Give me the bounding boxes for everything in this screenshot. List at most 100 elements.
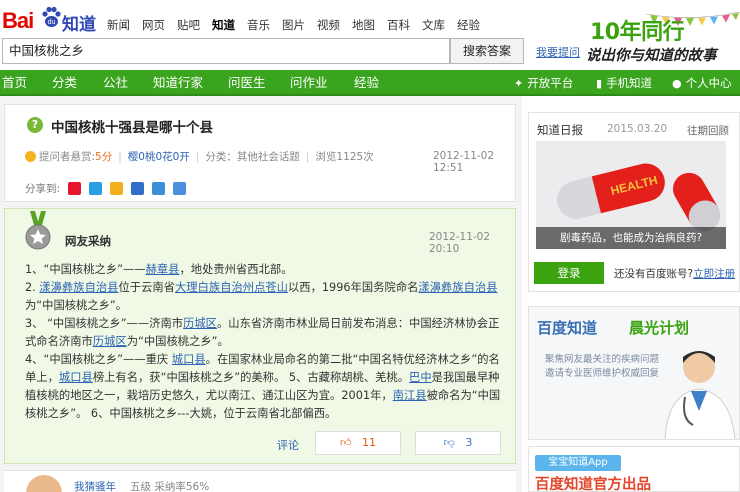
qq-share-icon[interactable] [110, 182, 124, 195]
logo-du-text: du [48, 19, 56, 26]
dislike-button[interactable]: 👎︎ 3 [415, 431, 501, 455]
share-nodes-icon: ✦ [514, 77, 524, 90]
question-card: ? 中国核桃十强县是哪十个县 提问者悬赏: 5分 | 樱0桃0花0开 | 分类：… [4, 104, 516, 202]
top-nav-item[interactable]: 网页 [142, 17, 165, 33]
header: Bai du 知道 新闻 网页 贴吧 知道 音乐 图片 视频 地图 百科 文库 经验 中国核桃之乡 … [0, 0, 740, 70]
thumbs-up-icon: 👍︎ [340, 436, 352, 449]
register-prompt: 还没有百度账号?立即注册 [614, 266, 735, 281]
top-nav-item[interactable]: 贴吧 [177, 17, 200, 33]
daily-title[interactable]: 知道日报 [537, 122, 583, 138]
reward-value: 5分 [95, 151, 113, 163]
reward-label: 提问者悬赏: [39, 151, 96, 163]
answerer-meta: 五级 采纳率56% [130, 481, 210, 492]
logo-bai-text: Bai [2, 8, 34, 33]
anniversary-banner[interactable]: 10年同行 说出你与知道的故事 [584, 14, 740, 66]
view-count: 浏览1125次 [315, 151, 374, 163]
renren-share-icon[interactable] [131, 182, 145, 195]
baike-link[interactable]: 赫章县 [146, 263, 180, 276]
nav-item-doctor[interactable]: 问医生 [228, 70, 266, 96]
morning-light-promo[interactable]: 百度知道 晨光计划 聚焦网友最关注的疾病问题 邀请专业医师维护权威回复 [528, 306, 740, 440]
nav-mobile[interactable]: ▮ 手机知道 [596, 70, 652, 96]
nav-item-category[interactable]: 分类 [52, 70, 77, 96]
baike-link[interactable]: 城口县 [59, 371, 93, 384]
answer-text: 4、“中国核桃之乡”——重庆 [25, 353, 172, 366]
banner-subtitle: 说出你与知道的故事 [586, 48, 717, 64]
question-mark-icon: ? [27, 117, 43, 133]
like-button[interactable]: 👍︎ 11 [315, 431, 401, 455]
share-label: 分享到: [25, 183, 61, 195]
answer-paragraph: 2. 漾濞彝族自治县位于云南省大理白族自治州点苍山以西，1996年国务院命名漾濞… [25, 279, 501, 315]
baidu-zhidao-logo[interactable]: Bai du 知道 [2, 4, 98, 36]
top-nav-item[interactable]: 视频 [317, 17, 340, 33]
top-nav: 新闻 网页 贴吧 知道 音乐 图片 视频 地图 百科 文库 经验 [107, 17, 492, 33]
qzone-share-icon[interactable] [89, 182, 103, 195]
nav-profile[interactable]: ● 个人中心 [672, 70, 732, 96]
nav-item-experts[interactable]: 知道行家 [153, 70, 203, 96]
medal-icon [25, 211, 51, 250]
answer-text: 榜上有名，获“中国核桃之乡”的美称。 5、古藏称胡桃、羌桃。 [92, 371, 410, 384]
tieba-share-icon[interactable] [152, 182, 166, 195]
daily-archive-link[interactable]: 往期回顾 [687, 123, 729, 138]
like-count: 11 [362, 436, 376, 449]
baike-link[interactable]: 城口县 [172, 353, 206, 366]
baike-link[interactable]: 大理白族自治州 [175, 281, 254, 294]
answer-date: 2012-11-02 20:10 [429, 231, 491, 255]
top-nav-item[interactable]: 百科 [387, 17, 410, 33]
phone-icon: ▮ [596, 77, 603, 90]
baike-link[interactable]: 历城区 [183, 317, 217, 330]
ask-question-link[interactable]: 我要提问 [536, 44, 580, 60]
answer-text: 为“中国核桃之乡”。 [25, 299, 128, 312]
thumbs-down-icon: 👎︎ [443, 436, 455, 449]
login-button[interactable]: 登录 [534, 262, 604, 284]
top-nav-item[interactable]: 新闻 [107, 17, 130, 33]
baike-link[interactable]: 点苍山 [254, 281, 288, 294]
weibo-share-icon[interactable] [68, 182, 82, 195]
avatar[interactable] [26, 475, 62, 492]
top-nav-item[interactable]: 经验 [457, 17, 480, 33]
baike-link[interactable]: 巴中 [409, 371, 432, 384]
promo2-title: 百度知道官方出品 [535, 477, 651, 492]
top-nav-item[interactable]: 文库 [422, 17, 445, 33]
nav-open-platform[interactable]: ✦ 开放平台 [514, 70, 573, 96]
baike-link[interactable]: 历城区 [93, 335, 127, 348]
answer-text: 1、“中国核桃之乡”—— [25, 263, 146, 276]
search-input[interactable]: 中国核桃之乡 [2, 38, 450, 64]
asker-link[interactable]: 樱0桃0花0开 [128, 149, 190, 164]
daily-date: 2015.03.20 [607, 123, 668, 135]
nav-profile-label: 个人中心 [685, 76, 732, 90]
share-bar: 分享到: [25, 181, 187, 196]
nav-item-commune[interactable]: 公社 [103, 70, 128, 96]
next-answer-card: 我猜骚年 五级 采纳率56% [4, 470, 516, 492]
answer-body: 1、“中国核桃之乡”——赫章县，地处贵州省西北部。 2. 漾濞彝族自治县位于云南省… [25, 261, 501, 423]
baike-link[interactable]: 漾濞彝族自治县 [418, 281, 497, 294]
top-nav-item[interactable]: 音乐 [247, 17, 270, 33]
nav-item-homework[interactable]: 问作业 [290, 70, 328, 96]
promo2-tag: 宝宝知道App [535, 455, 621, 471]
daily-image[interactable]: HEALTH 剧毒药品，也能成为治病良药? [536, 141, 726, 249]
baby-app-promo[interactable]: 宝宝知道App 百度知道官方出品 [528, 446, 740, 492]
best-answer-label: 网友采纳 [65, 234, 111, 248]
register-link[interactable]: 立即注册 [693, 268, 735, 280]
baike-link[interactable]: 漾濞彝族自治县 [39, 281, 118, 294]
main-nav: 首页 分类 公社 知道行家 问医生 问作业 经验 ✦ 开放平台 ▮ 手机知道 ● 个人… [0, 70, 740, 96]
top-nav-item[interactable]: 知道 [212, 17, 235, 33]
no-account-text: 还没有百度账号? [614, 268, 694, 280]
promo-title-part2: 晨光计划 [629, 319, 690, 337]
comment-link[interactable]: 评论 [277, 437, 299, 453]
coin-icon [25, 151, 36, 162]
dislike-count: 3 [465, 436, 473, 449]
top-nav-item[interactable]: 图片 [282, 17, 305, 33]
nav-open-platform-label: 开放平台 [527, 76, 574, 90]
search-button[interactable]: 搜索答案 [450, 38, 524, 64]
promo-title-part1: 百度知道 [537, 319, 598, 337]
top-nav-item[interactable]: 地图 [352, 17, 375, 33]
baike-link[interactable]: 南江县 [393, 389, 427, 402]
answer-text: 以西，1996年国务院命名 [287, 281, 419, 294]
nav-item-experience[interactable]: 经验 [354, 70, 379, 96]
answer-paragraph: 3、 “中国核桃之乡”——济南市历城区。山东省济南市林业局日前发布消息：中国经济… [25, 315, 501, 351]
nav-mobile-label: 手机知道 [606, 76, 653, 90]
nav-item-home[interactable]: 首页 [2, 70, 27, 96]
answerer-name[interactable]: 我猜骚年 [74, 479, 116, 492]
more-share-icon[interactable] [173, 182, 187, 195]
answer-text: 2. [25, 281, 40, 294]
